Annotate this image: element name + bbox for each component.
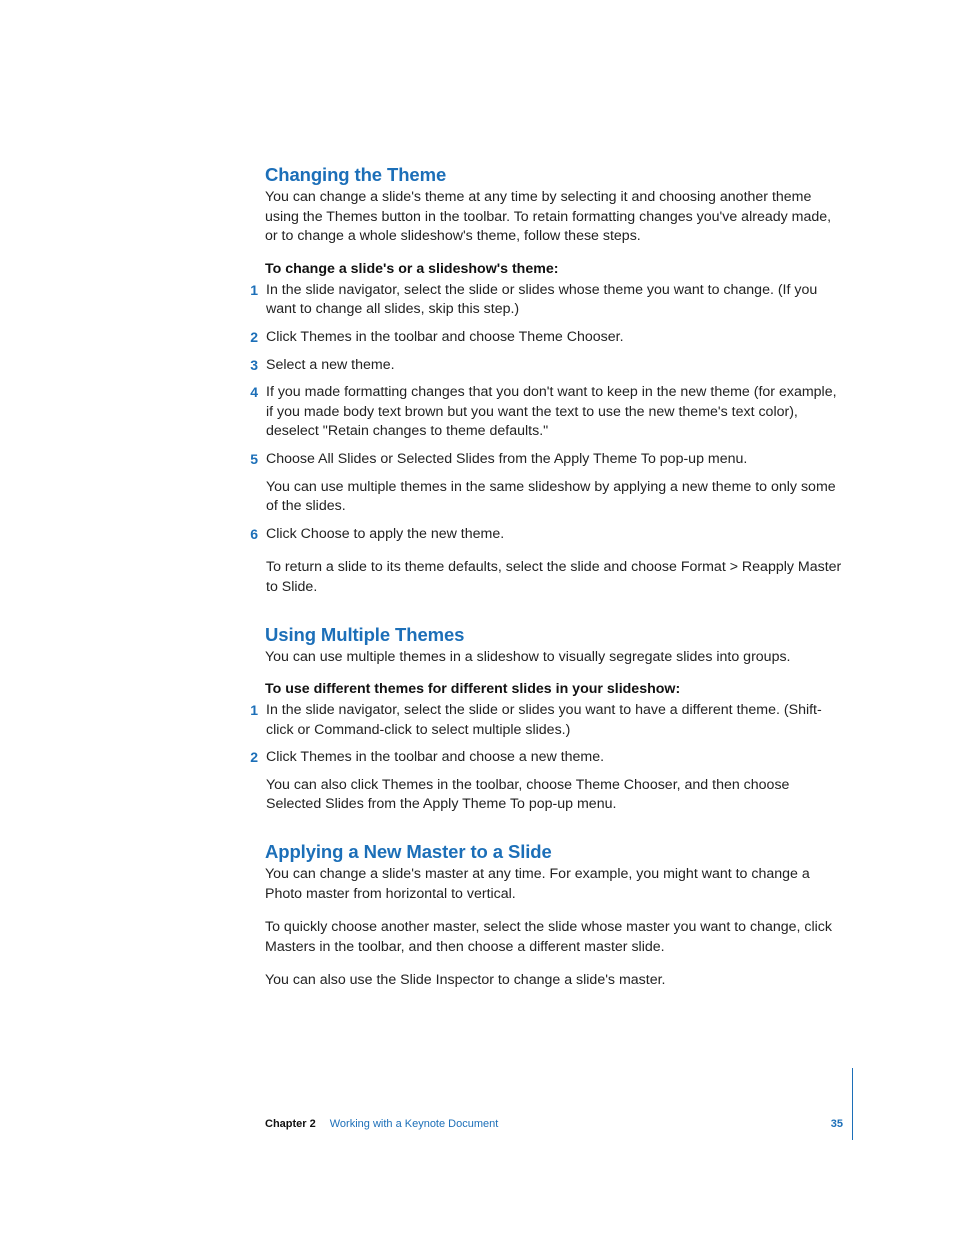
- step-main-text: Choose All Slides or Selected Slides fro…: [266, 451, 747, 467]
- step-number: 6: [244, 525, 258, 598]
- master-p1: You can change a slide's master at any t…: [265, 865, 843, 904]
- step-number: 2: [244, 328, 258, 348]
- page-content: Changing the Theme You can change a slid…: [265, 164, 843, 1005]
- master-p2: To quickly choose another master, select…: [265, 918, 843, 957]
- step-item: 4 If you made formatting changes that yo…: [265, 383, 843, 442]
- heading-changing-theme: Changing the Theme: [265, 164, 843, 186]
- step-number: 1: [244, 701, 258, 740]
- step-main-text: Click Themes in the toolbar and choose a…: [266, 749, 604, 765]
- intro-changing-theme: You can change a slide's theme at any ti…: [265, 188, 843, 247]
- step-text: Click Themes in the toolbar and choose T…: [266, 328, 624, 348]
- step-text: In the slide navigator, select the slide…: [266, 701, 843, 740]
- step-text: Choose All Slides or Selected Slides fro…: [266, 450, 843, 517]
- step-item: 6 Click Choose to apply the new theme. T…: [265, 525, 843, 598]
- footer-chapter: Chapter 2: [265, 1118, 316, 1130]
- step-item: 2 Click Themes in the toolbar and choose…: [265, 748, 843, 815]
- step-text: Select a new theme.: [266, 356, 395, 376]
- step-main-text: Click Choose to apply the new theme.: [266, 526, 504, 542]
- step-followup: To return a slide to its theme defaults,…: [266, 558, 843, 597]
- step-text: Click Choose to apply the new theme. To …: [266, 525, 843, 598]
- footer-page-number: 35: [831, 1118, 843, 1130]
- page-footer: Chapter 2 Working with a Keynote Documen…: [265, 1118, 843, 1130]
- heading-applying-master: Applying a New Master to a Slide: [265, 841, 843, 863]
- intro-multiple-themes: You can use multiple themes in a slidesh…: [265, 648, 843, 668]
- subhead-multiple-themes: To use different themes for different sl…: [265, 681, 843, 697]
- subhead-change-theme: To change a slide's or a slideshow's the…: [265, 261, 843, 277]
- step-followup: You can also click Themes in the toolbar…: [266, 776, 843, 815]
- heading-multiple-themes: Using Multiple Themes: [265, 624, 843, 646]
- step-number: 4: [244, 383, 258, 442]
- step-number: 3: [244, 356, 258, 376]
- master-p3: You can also use the Slide Inspector to …: [265, 971, 843, 991]
- step-item: 5 Choose All Slides or Selected Slides f…: [265, 450, 843, 517]
- step-number: 1: [244, 281, 258, 320]
- step-number: 2: [244, 748, 258, 815]
- step-text: In the slide navigator, select the slide…: [266, 281, 843, 320]
- step-text: If you made formatting changes that you …: [266, 383, 843, 442]
- footer-rule: [852, 1068, 854, 1140]
- step-item: 1 In the slide navigator, select the sli…: [265, 701, 843, 740]
- step-item: 1 In the slide navigator, select the sli…: [265, 281, 843, 320]
- step-number: 5: [244, 450, 258, 517]
- step-item: 2 Click Themes in the toolbar and choose…: [265, 328, 843, 348]
- step-text: Click Themes in the toolbar and choose a…: [266, 748, 843, 815]
- step-item: 3 Select a new theme.: [265, 356, 843, 376]
- steps-changing-theme: 1 In the slide navigator, select the sli…: [265, 281, 843, 598]
- steps-multiple-themes: 1 In the slide navigator, select the sli…: [265, 701, 843, 815]
- footer-title: Working with a Keynote Document: [330, 1118, 499, 1130]
- step-followup: You can use multiple themes in the same …: [266, 478, 843, 517]
- footer-left: Chapter 2 Working with a Keynote Documen…: [265, 1118, 498, 1130]
